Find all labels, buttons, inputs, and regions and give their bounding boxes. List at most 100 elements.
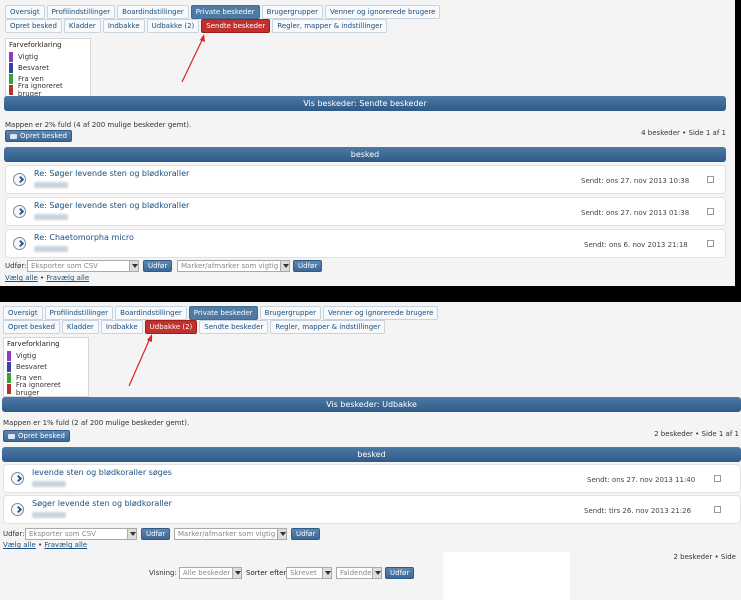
action-label: Udfør:: [5, 262, 27, 270]
deselect-all-link[interactable]: Fravælg alle: [46, 274, 89, 282]
chevron-down-icon: [129, 261, 138, 271]
export-select-value: Eksporter som CSV: [31, 262, 98, 270]
open-message-icon[interactable]: [11, 503, 24, 516]
select-all-link[interactable]: Vælg alle: [5, 274, 38, 282]
subtab-regler[interactable]: Regler, mapper & indstillinger: [270, 320, 386, 334]
message-sent-date: Sendt: ons 27. nov 2013 11:40: [587, 476, 696, 484]
legend-title: Farveforklaring: [7, 340, 60, 348]
message-subject[interactable]: Søger levende sten og blødkoraller: [32, 499, 172, 508]
message-checkbox[interactable]: [707, 208, 714, 215]
sort-go-button[interactable]: Udfør: [385, 567, 415, 579]
open-message-icon[interactable]: [11, 472, 24, 485]
tab-brugergrupper[interactable]: Brugergrupper: [259, 306, 322, 320]
tab-venner[interactable]: Venner og ignorerede brugere: [323, 306, 439, 320]
legend-item: Vigtig: [7, 350, 85, 361]
deselect-all-link[interactable]: Fravælg alle: [44, 541, 87, 549]
tab-boardindstillinger[interactable]: Boardindstillinger: [115, 306, 187, 320]
mark-go-button[interactable]: Udfør: [293, 260, 323, 272]
tab-private-beskeder[interactable]: Private beskeder: [188, 306, 258, 320]
sent-messages-panel: Oversigt Profilindstillinger Boardindsti…: [0, 0, 735, 286]
color-legend: Farveforklaring Vigtig Besvaret Fra ven …: [5, 38, 91, 98]
folder-usage-text: Mappen er 2% fuld (4 af 200 mulige beske…: [5, 121, 192, 129]
subtab-kladder[interactable]: Kladder: [61, 320, 99, 334]
message-row[interactable]: levende sten og blødkoraller søges Sendt…: [3, 464, 741, 493]
message-checkbox[interactable]: [714, 475, 721, 482]
folder-header: Vis beskeder: Sendte beskeder: [4, 96, 726, 111]
new-message-button[interactable]: Opret besked: [5, 130, 72, 142]
view-select[interactable]: Alle beskeder: [179, 567, 242, 579]
legend-swatch: [7, 383, 11, 394]
message-row[interactable]: Re: Søger levende sten og blødkoraller S…: [5, 165, 726, 194]
subtab-sendte-beskeder[interactable]: Sendte beskeder: [199, 320, 269, 334]
select-all-link[interactable]: Vælg alle: [3, 541, 36, 549]
view-select-value: Alle beskeder: [183, 569, 231, 577]
pagination-bottom: 2 beskeder • Side: [673, 553, 736, 561]
subtab-opret-besked[interactable]: Opret besked: [3, 320, 60, 334]
mark-important-select[interactable]: Marker/afmarker som vigtig: [174, 528, 287, 540]
legend-item: Vigtig: [9, 51, 87, 62]
legend-item: Fra ignoreret bruger: [9, 82, 87, 98]
message-sender: [34, 182, 68, 188]
tab-profilindstillinger[interactable]: Profilindstillinger: [46, 5, 116, 19]
export-go-button[interactable]: Udfør: [143, 260, 173, 272]
sort-label: Sorter efter: [246, 569, 287, 577]
export-select[interactable]: Eksporter som CSV: [25, 528, 137, 540]
legend-label: Vigtig: [18, 52, 39, 61]
mark-important-select[interactable]: Marker/afmarker som vigtig: [177, 260, 290, 272]
sub-tabs: Opret besked Kladder Indbakke Udbakke (2…: [5, 19, 388, 33]
annotation-arrow-icon: [181, 34, 205, 83]
subtab-opret-besked[interactable]: Opret besked: [5, 19, 62, 33]
message-checkbox[interactable]: [707, 240, 714, 247]
legend-item: Besvaret: [7, 361, 85, 372]
message-row[interactable]: Re: Søger levende sten og blødkoraller S…: [5, 197, 726, 226]
export-go-button[interactable]: Udfør: [141, 528, 171, 540]
open-message-icon[interactable]: [13, 205, 26, 218]
tab-brugergrupper[interactable]: Brugergrupper: [261, 5, 324, 19]
message-row[interactable]: Re: Chaetomorpha micro Sendt: ons 6. nov…: [5, 229, 726, 258]
message-sent-date: Sendt: tirs 26. nov 2013 21:26: [584, 507, 692, 515]
message-subject[interactable]: levende sten og blødkoraller søges: [32, 468, 172, 477]
subtab-regler[interactable]: Regler, mapper & indstillinger: [272, 19, 388, 33]
chevron-down-icon: [232, 568, 241, 578]
compose-icon: [10, 133, 17, 139]
legend-swatch: [7, 350, 11, 361]
subtab-udbakke[interactable]: Udbakke (2): [146, 19, 200, 33]
message-row[interactable]: Søger levende sten og blødkoraller Sendt…: [3, 495, 741, 524]
sort-field-select[interactable]: Skrevet: [286, 567, 332, 579]
view-label: Visning:: [149, 569, 177, 577]
message-sender: [32, 481, 66, 487]
folder-usage-text: Mappen er 1% fuld (2 af 200 mulige beske…: [3, 419, 190, 427]
message-sender: [32, 512, 66, 518]
export-select-value: Eksporter som CSV: [29, 530, 96, 538]
new-message-button[interactable]: Opret besked: [3, 430, 70, 442]
message-subject[interactable]: Re: Chaetomorpha micro: [34, 233, 134, 242]
subtab-kladder[interactable]: Kladder: [63, 19, 101, 33]
open-message-icon[interactable]: [13, 173, 26, 186]
message-sent-date: Sendt: ons 27. nov 2013 10:38: [581, 177, 690, 185]
tab-boardindstillinger[interactable]: Boardindstillinger: [117, 5, 189, 19]
message-checkbox[interactable]: [707, 176, 714, 183]
sort-order-select[interactable]: Faldende: [336, 567, 382, 579]
new-message-label: Opret besked: [18, 432, 65, 440]
open-message-icon[interactable]: [13, 237, 26, 250]
tab-oversigt[interactable]: Oversigt: [5, 5, 45, 19]
message-checkbox[interactable]: [714, 506, 721, 513]
mark-go-button[interactable]: Udfør: [291, 528, 321, 540]
subtab-indbakke[interactable]: Indbakke: [102, 19, 145, 33]
legend-label: Fra ignoreret bruger: [15, 380, 61, 397]
subtab-sendte-beskeder[interactable]: Sendte beskeder: [201, 19, 271, 33]
message-column-header: besked: [2, 447, 741, 462]
tab-private-beskeder[interactable]: Private beskeder: [190, 5, 260, 19]
message-subject[interactable]: Re: Søger levende sten og blødkoraller: [34, 169, 189, 178]
legend-title: Farveforklaring: [9, 41, 62, 49]
export-select[interactable]: Eksporter som CSV: [27, 260, 139, 272]
legend-swatch: [9, 84, 13, 95]
legend-item: Besvaret: [9, 62, 87, 73]
blank-area: [443, 552, 570, 600]
tab-profilindstillinger[interactable]: Profilindstillinger: [44, 306, 114, 320]
tab-oversigt[interactable]: Oversigt: [3, 306, 43, 320]
message-subject[interactable]: Re: Søger levende sten og blødkoraller: [34, 201, 189, 210]
color-legend: Farveforklaring Vigtig Besvaret Fra ven …: [3, 337, 89, 397]
new-message-label: Opret besked: [20, 132, 67, 140]
tab-venner[interactable]: Venner og ignorerede brugere: [325, 5, 441, 19]
